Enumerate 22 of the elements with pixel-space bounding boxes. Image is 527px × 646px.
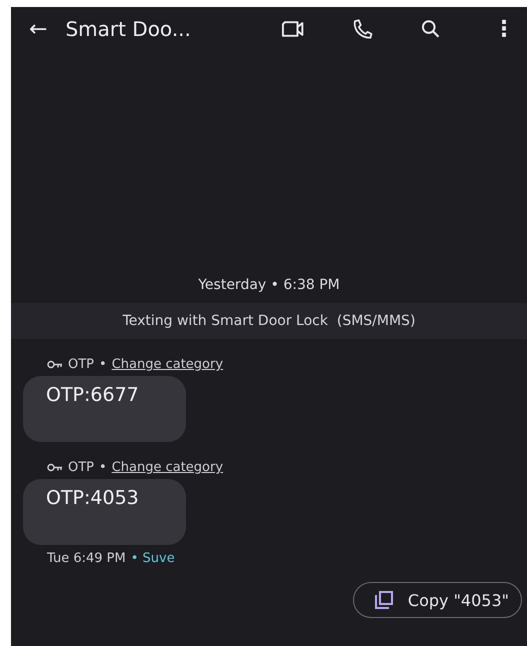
- key-icon: [47, 463, 63, 472]
- copy-code-button[interactable]: Copy "4053": [352, 582, 522, 618]
- separator-dot: •: [99, 357, 107, 372]
- sms-banner: Texting with Smart Door Lock (SMS/MMS): [11, 303, 527, 339]
- search-icon[interactable]: [420, 18, 441, 40]
- copy-icon: [374, 590, 394, 610]
- contact-title: Smart Doo...: [65, 17, 192, 41]
- back-button[interactable]: ←: [25, 16, 52, 42]
- message-bubble[interactable]: OTP:6677: [23, 376, 186, 442]
- phone-icon[interactable]: [352, 18, 374, 40]
- date-divider: Yesterday • 6:38 PM: [197, 276, 341, 295]
- change-category-link[interactable]: Change category: [112, 460, 224, 475]
- message-status: • Suve: [130, 551, 175, 566]
- category-label: OTP: [68, 357, 94, 372]
- message-bubble[interactable]: OTP:4053: [23, 479, 186, 545]
- message-time: Tue 6:49 PM: [47, 551, 126, 566]
- more-options-button[interactable]: ⋮: [489, 16, 519, 42]
- category-label: OTP: [68, 460, 94, 475]
- key-icon: [47, 360, 63, 369]
- change-category-link[interactable]: Change category: [112, 357, 224, 372]
- separator-dot: •: [99, 460, 107, 475]
- video-call-icon[interactable]: [281, 20, 306, 38]
